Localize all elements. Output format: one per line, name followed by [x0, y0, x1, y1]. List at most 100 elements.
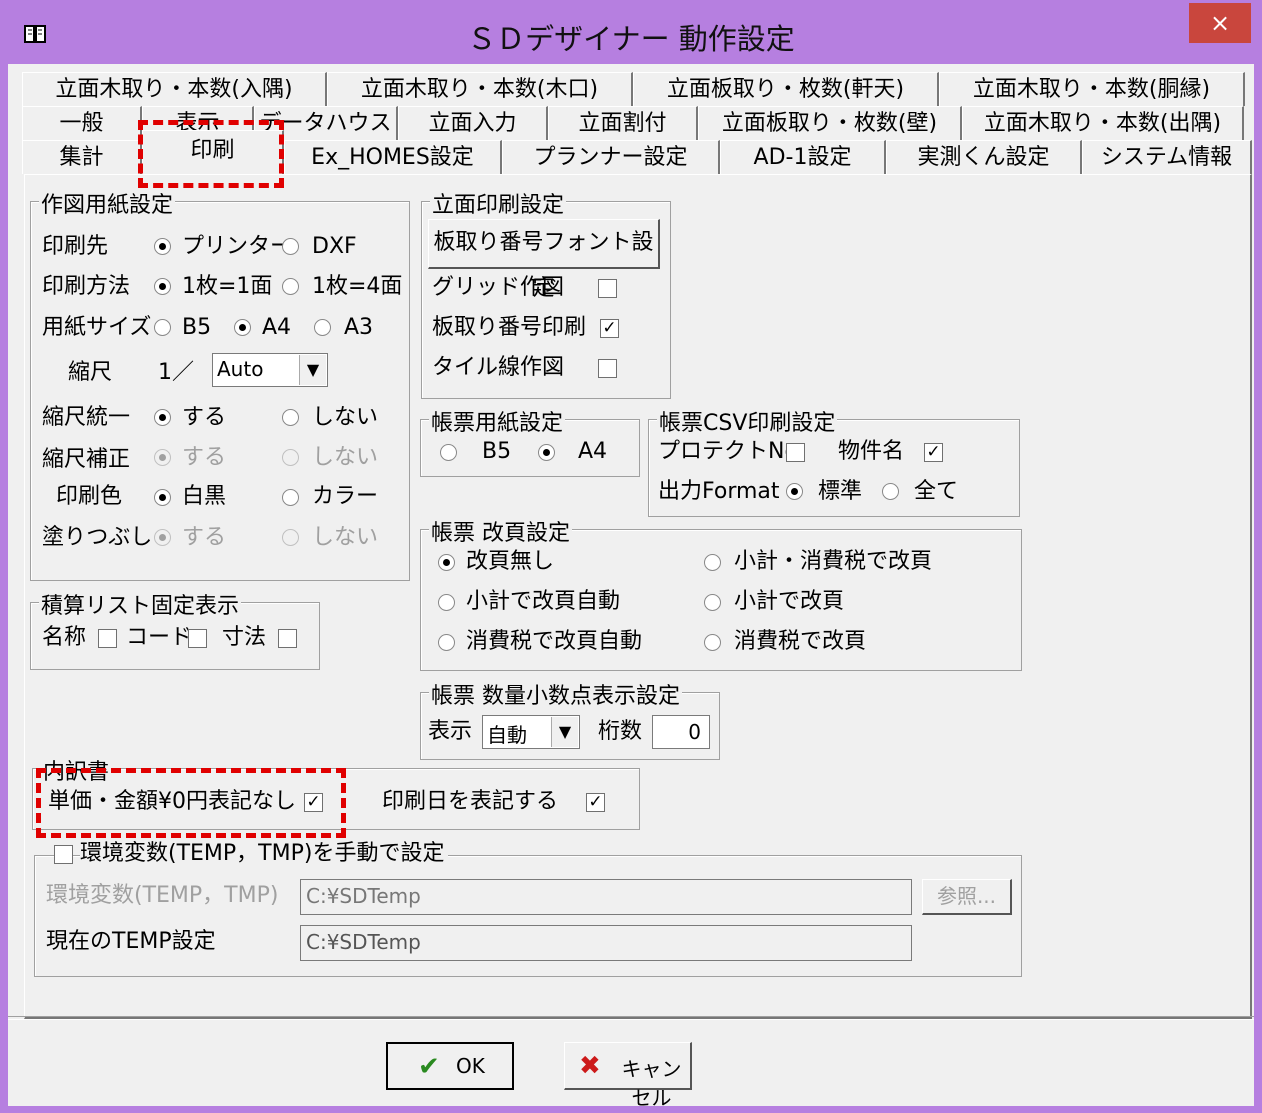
radio-b5[interactable]: [154, 319, 171, 336]
radio-form-b5[interactable]: [440, 444, 457, 461]
paper-size-label: 用紙サイズ: [42, 315, 152, 340]
radio-standard[interactable]: [786, 483, 803, 500]
radio-one-per-sheet[interactable]: [154, 278, 171, 295]
digits-label: 桁数: [598, 719, 643, 744]
drawing-paper-title: 作図用紙設定: [39, 187, 176, 219]
tab-elev-input[interactable]: 立面入力: [398, 106, 548, 140]
tally-name-checkbox[interactable]: [98, 629, 117, 648]
tab-general[interactable]: 一般: [22, 106, 142, 140]
tab-elev-wood-inner-corner[interactable]: 立面木取り・本数(入隅): [22, 72, 327, 106]
radio-all[interactable]: [882, 483, 899, 500]
scale-select[interactable]: Auto ▼: [212, 353, 328, 387]
browse-button[interactable]: 参照...: [922, 879, 1012, 915]
radio-no-break[interactable]: [438, 554, 455, 571]
protect-no-label: プロテクトNo.: [658, 439, 805, 464]
print-color-label: 印刷色: [56, 484, 123, 509]
grid-label: グリッド作図: [432, 275, 565, 300]
b5-label: B5: [182, 315, 212, 340]
chevron-down-icon[interactable]: ▼: [299, 355, 326, 385]
display-label: 表示: [428, 719, 473, 744]
radio-sub-tax-break[interactable]: [704, 554, 721, 571]
print-method-label: 印刷方法: [42, 274, 131, 299]
radio-unify-no[interactable]: [282, 409, 299, 426]
protect-no-checkbox[interactable]: [786, 443, 805, 462]
digits-input[interactable]: 0: [652, 715, 710, 749]
tab-elev-wood-kiguchi[interactable]: 立面木取り・本数(木口): [327, 72, 633, 106]
radio-sub-break[interactable]: [704, 594, 721, 611]
scale-label: 縮尺: [68, 360, 113, 385]
tab-elev-wood-furring[interactable]: 立面木取り・本数(胴縁): [939, 72, 1245, 106]
print-date-checkbox[interactable]: ✓: [586, 793, 605, 812]
env-manual-label: 環境変数(TEMP，TMP)を手動で設定: [80, 840, 449, 868]
grid-checkbox[interactable]: [598, 279, 617, 298]
bukken-checkbox[interactable]: ✓: [924, 443, 943, 462]
no-break-label: 改頁無し: [466, 549, 555, 574]
color-label: カラー: [312, 484, 379, 509]
chevron-down-icon[interactable]: ▼: [551, 717, 578, 747]
tab-elev-board-eaves[interactable]: 立面板取り・枚数(軒天): [633, 72, 939, 106]
radio-tax-break[interactable]: [704, 634, 721, 651]
display-select[interactable]: 自動 ▼: [482, 715, 580, 749]
title-bar[interactable]: ＳＤデザイナー 動作設定 ×: [0, 0, 1262, 64]
env-manual-checkbox[interactable]: [54, 845, 73, 864]
window-title: ＳＤデザイナー 動作設定: [467, 22, 795, 56]
all-label: 全て: [914, 479, 959, 504]
board-number-font-button[interactable]: 板取り番号フォント設定: [428, 219, 660, 301]
no-zero-yen-highlight: [36, 768, 346, 838]
close-button[interactable]: ×: [1189, 3, 1251, 43]
cancel-button[interactable]: ✖ キャンセル: [564, 1042, 692, 1110]
env-var-label: 環境変数(TEMP，TMP): [46, 883, 279, 908]
ok-label: OK: [456, 1054, 485, 1078]
tab-system-info[interactable]: システム情報: [1082, 140, 1252, 174]
radio-tax-auto-break[interactable]: [438, 634, 455, 651]
dxf-label: DXF: [312, 234, 357, 259]
fill-yes-label: する: [182, 525, 227, 550]
tab-ex-homes[interactable]: Ex_HOMES設定: [284, 140, 502, 174]
cancel-label: キャンセル: [621, 1057, 682, 1110]
tax-break-label: 消費税で改頁: [734, 629, 867, 654]
tally-list-title: 積算リスト固定表示: [39, 588, 242, 620]
tile-line-label: タイル線作図: [432, 355, 565, 380]
fill-no-label: しない: [312, 525, 379, 550]
radio-a3[interactable]: [314, 319, 331, 336]
form-a4-label: A4: [578, 439, 608, 464]
radio-sub-auto-break[interactable]: [438, 594, 455, 611]
tab-tally[interactable]: 集計: [22, 140, 142, 174]
radio-mono[interactable]: [154, 489, 171, 506]
radio-form-a4[interactable]: [538, 444, 555, 461]
radio-unify-yes[interactable]: [154, 409, 171, 426]
tab-row-1: 立面木取り・本数(入隅) 立面木取り・本数(木口) 立面板取り・枚数(軒天) 立…: [22, 72, 1252, 106]
tab-elev-wood-outer-corner[interactable]: 立面木取り・本数(出隅): [962, 106, 1244, 140]
tile-line-checkbox[interactable]: [598, 359, 617, 378]
print-tab-highlight: [138, 120, 284, 188]
page-break-title: 帳票 改頁設定: [429, 515, 572, 547]
radio-fill-no: [282, 529, 299, 546]
tab-elev-board-wall[interactable]: 立面板取り・枚数(壁): [698, 106, 962, 140]
board-number-print-checkbox[interactable]: ✓: [600, 319, 619, 338]
scale-correct-label: 縮尺補正: [42, 447, 131, 472]
form-paper-title: 帳票用紙設定: [429, 405, 566, 437]
dialog-client: 立面木取り・本数(入隅) 立面木取り・本数(木口) 立面板取り・枚数(軒天) 立…: [8, 64, 1254, 1110]
tab-jissoku[interactable]: 実測くん設定: [886, 140, 1082, 174]
radio-dxf[interactable]: [282, 238, 299, 255]
print-date-label: 印刷日を表記する: [382, 789, 559, 814]
display-value: 自動: [487, 723, 527, 747]
one-per-sheet-label: 1枚=1面: [182, 274, 273, 299]
radio-color[interactable]: [282, 489, 299, 506]
tab-elev-layout[interactable]: 立面割付: [548, 106, 698, 140]
env-var-input[interactable]: C:¥SDTemp: [300, 879, 912, 915]
current-temp-input: C:¥SDTemp: [300, 925, 912, 961]
radio-printer[interactable]: [154, 238, 171, 255]
tally-name-label: 名称: [42, 625, 87, 650]
sub-break-label: 小計で改頁: [734, 589, 845, 614]
check-icon: ✔: [418, 1052, 440, 1082]
fill-label: 塗りつぶし: [42, 525, 153, 550]
radio-a4[interactable]: [234, 319, 251, 336]
tab-planner[interactable]: プランナー設定: [502, 140, 720, 174]
tab-ad1[interactable]: AD-1設定: [720, 140, 886, 174]
tally-code-checkbox[interactable]: [188, 629, 207, 648]
radio-four-per-sheet[interactable]: [282, 278, 299, 295]
ok-button[interactable]: ✔ OK: [386, 1042, 514, 1090]
tally-size-checkbox[interactable]: [278, 629, 297, 648]
elev-print-title: 立面印刷設定: [430, 187, 567, 219]
